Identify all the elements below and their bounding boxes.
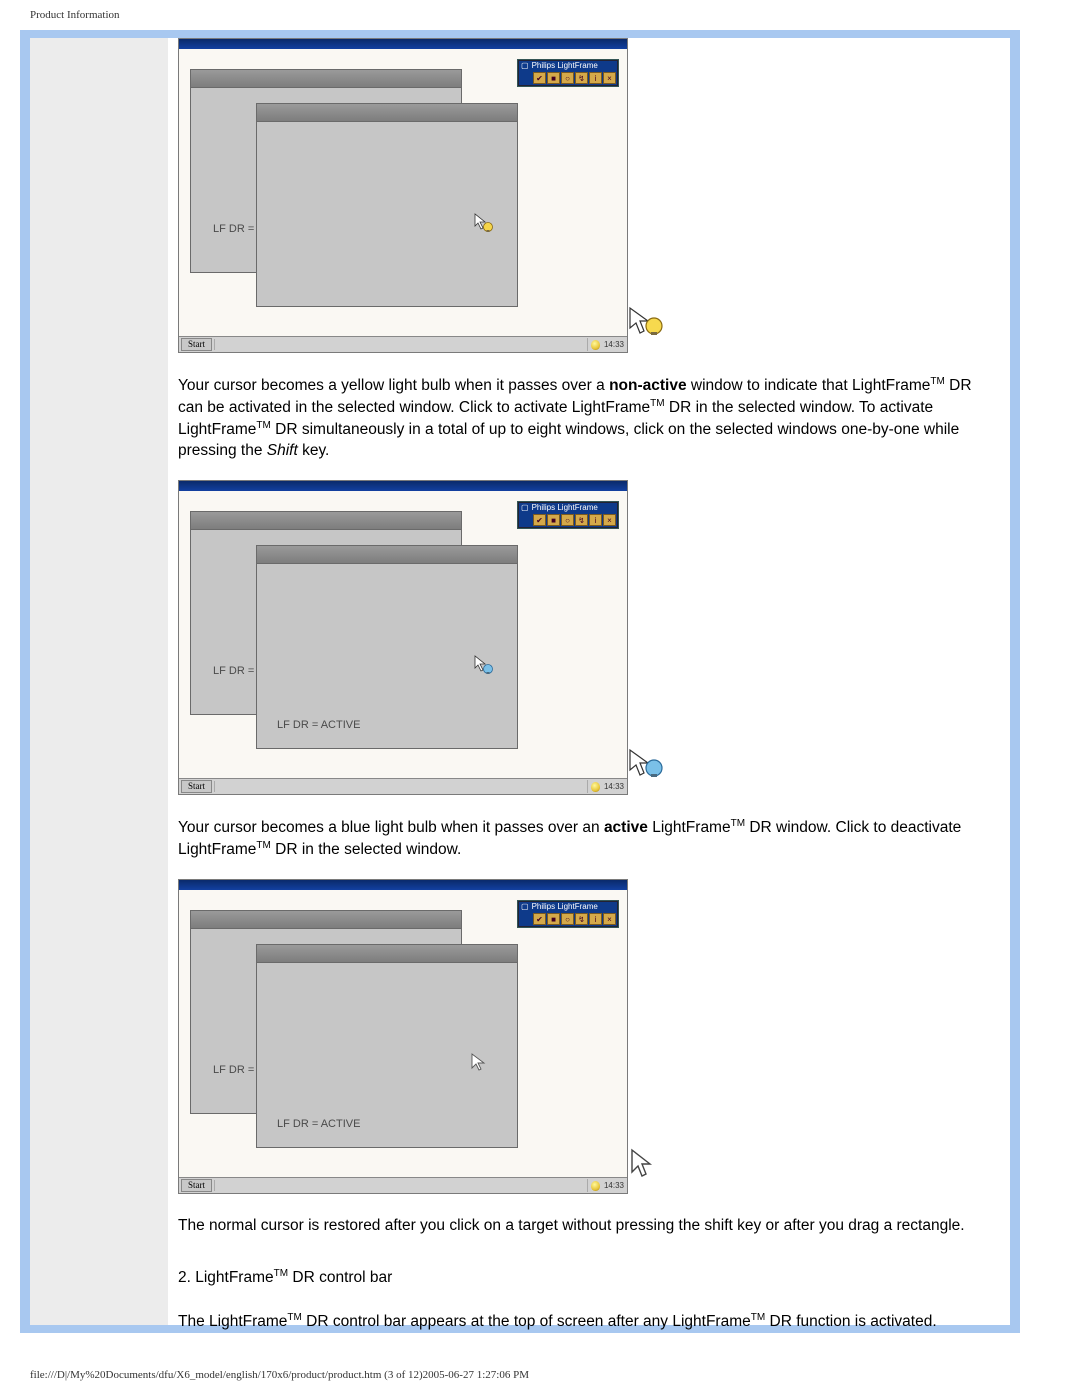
window-back-label: LF DR = <box>213 665 254 677</box>
cb-btn: ✔ <box>533 514 546 526</box>
control-bar-icon: ▢ <box>521 902 529 911</box>
cb-btn: ✔ <box>533 72 546 84</box>
page-header: Product Information <box>30 9 120 21</box>
cb-btn: ■ <box>547 913 560 925</box>
lightframe-control-bar: ▢ Philips LightFrame ✔ ■ ○ ↯ i × <box>517 501 619 529</box>
screenshot-2: ▢ Philips LightFrame ✔ ■ ○ ↯ i × <box>178 480 650 795</box>
control-bar-title: Philips LightFrame <box>532 902 598 911</box>
heading-control-bar: 2. LightFrameTM DR control bar <box>178 1267 988 1289</box>
window-front <box>256 103 518 307</box>
cb-btn: ■ <box>547 514 560 526</box>
tray-time: 14:33 <box>604 340 624 349</box>
page-footer: file:///D|/My%20Documents/dfu/X6_model/e… <box>30 1369 529 1381</box>
window-back-label: LF DR = <box>213 1064 254 1076</box>
control-bar-title: Philips LightFrame <box>532 61 598 70</box>
tray-bulb-icon <box>591 782 600 792</box>
cb-btn: i <box>589 72 602 84</box>
cb-btn: ↯ <box>575 913 588 925</box>
cb-btn: × <box>603 72 616 84</box>
cb-btn: × <box>603 514 616 526</box>
lightframe-control-bar: ▢ Philips LightFrame ✔ ■ ○ ↯ i × <box>517 59 619 87</box>
cb-btn: i <box>589 913 602 925</box>
paragraph-yellow: Your cursor becomes a yellow light bulb … <box>178 375 988 462</box>
cb-btn: i <box>589 514 602 526</box>
window-back-label: LF DR = <box>213 223 254 235</box>
cb-btn: ↯ <box>575 514 588 526</box>
cb-btn: ✔ <box>533 913 546 925</box>
cb-btn: ○ <box>561 913 574 925</box>
cursor-yellow-bulb-icon <box>474 213 494 233</box>
cursor-normal-icon <box>469 1052 489 1072</box>
window-front-active: LF DR = ACTIVE <box>256 944 518 1148</box>
cb-btn: ○ <box>561 72 574 84</box>
tray-time: 14:33 <box>604 782 624 791</box>
lightframe-control-bar: ▢ Philips LightFrame ✔ ■ ○ ↯ i × <box>517 900 619 928</box>
cursor-blue-bulb-icon <box>474 655 494 675</box>
window-front-label: LF DR = ACTIVE <box>277 719 360 731</box>
cursor-normal-large-icon <box>628 1147 664 1177</box>
window-front-active: LF DR = ACTIVE <box>256 545 518 749</box>
start-button: Start <box>181 338 212 351</box>
cb-btn: ○ <box>561 514 574 526</box>
left-sidebar-bg <box>30 38 168 1325</box>
tray-time: 14:33 <box>604 1181 624 1190</box>
control-bar-icon: ▢ <box>521 503 529 512</box>
screenshot-3: ▢ Philips LightFrame ✔ ■ ○ ↯ i × <box>178 879 650 1194</box>
taskbar: Start 14:33 <box>179 1177 627 1193</box>
tray-bulb-icon <box>591 340 600 350</box>
cb-btn: × <box>603 913 616 925</box>
cb-btn: ↯ <box>575 72 588 84</box>
tray-bulb-icon <box>591 1181 600 1191</box>
paragraph-normal-cursor: The normal cursor is restored after you … <box>178 1216 988 1237</box>
cb-btn: ■ <box>547 72 560 84</box>
cursor-blue-bulb-large-icon <box>628 748 664 778</box>
paragraph-control-bar: The LightFrameTM DR control bar appears … <box>178 1311 988 1333</box>
paragraph-blue: Your cursor becomes a blue light bulb wh… <box>178 817 988 861</box>
cursor-yellow-bulb-large-icon <box>628 306 664 336</box>
content-frame: ▢ Philips LightFrame ✔ ■ ○ ↯ i × <box>20 30 1020 1333</box>
taskbar: Start 14:33 <box>179 336 627 352</box>
start-button: Start <box>181 780 212 793</box>
start-button: Start <box>181 1179 212 1192</box>
screenshot-1: ▢ Philips LightFrame ✔ ■ ○ ↯ i × <box>178 38 650 353</box>
control-bar-icon: ▢ <box>521 61 529 70</box>
control-bar-title: Philips LightFrame <box>532 503 598 512</box>
taskbar: Start 14:33 <box>179 778 627 794</box>
window-front-label: LF DR = ACTIVE <box>277 1118 360 1130</box>
